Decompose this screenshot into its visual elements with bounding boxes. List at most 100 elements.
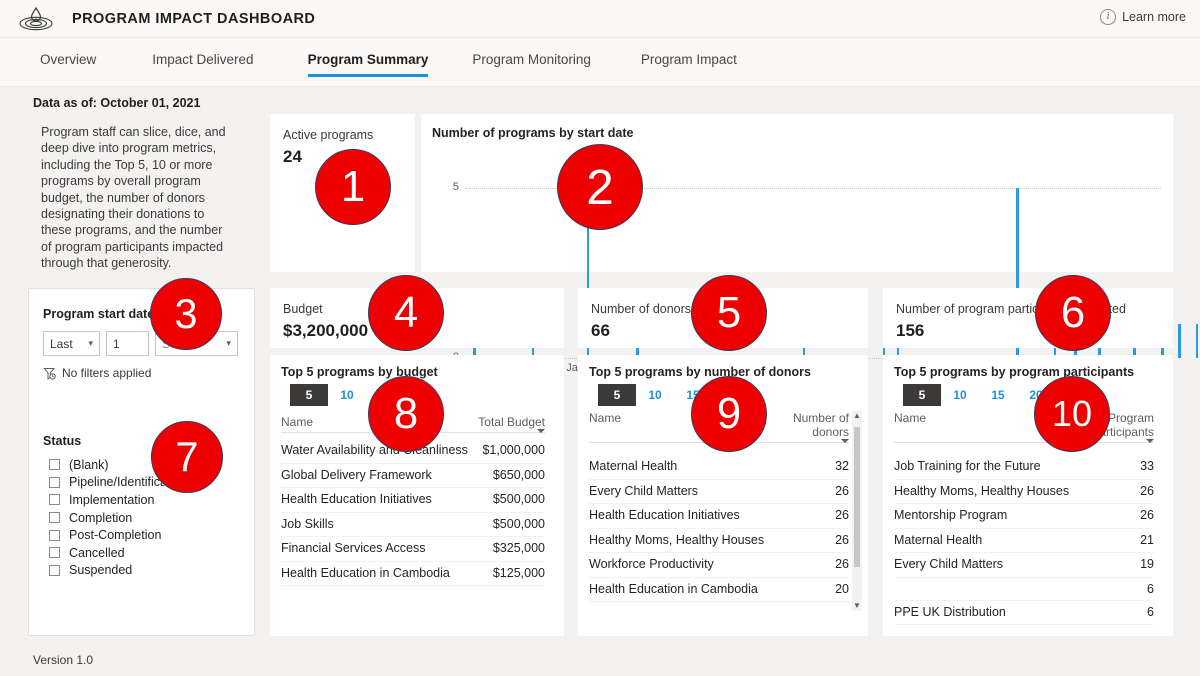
learn-more-button[interactable]: i Learn more xyxy=(1100,9,1186,25)
row-value: 33 xyxy=(1140,459,1154,473)
table-row[interactable]: Mentorship Program 26 xyxy=(894,504,1154,529)
date-count-value: 1 xyxy=(113,336,120,351)
callout-badge-9: 9 xyxy=(691,376,767,452)
column-header-number-of-donors[interactable]: Number of donors xyxy=(783,411,849,443)
column-header-name[interactable]: Name xyxy=(281,415,313,429)
row-value: 26 xyxy=(1140,508,1154,522)
row-name: Health Education in Cambodia xyxy=(589,581,758,596)
row-value: 32 xyxy=(835,459,849,473)
row-value: 21 xyxy=(1140,532,1154,547)
row-value: 20 xyxy=(835,581,849,596)
tab-program-summary[interactable]: Program Summary xyxy=(307,38,429,77)
budget-topn-toggle[interactable]: 5 10 xyxy=(290,384,366,406)
row-value: $500,000 xyxy=(492,492,545,506)
table-row[interactable]: Health Education Initiatives 26 xyxy=(589,504,849,529)
participants-topn-option-5[interactable]: 5 xyxy=(903,384,941,406)
table-title: Top 5 programs by program participants xyxy=(894,365,1135,379)
table-row[interactable]: Maternal Health 21 xyxy=(894,529,1154,553)
budget-topn-option-5[interactable]: 5 xyxy=(290,384,328,406)
tab-program-impact[interactable]: Program Impact xyxy=(641,38,737,77)
vertical-scrollbar[interactable]: ▲ ▼ xyxy=(852,411,862,611)
row-name: Health Education Initiatives xyxy=(281,492,432,506)
row-name: Maternal Health xyxy=(894,532,983,547)
status-option-label: Suspended xyxy=(69,563,133,578)
checkbox-icon[interactable] xyxy=(49,476,60,488)
chart-bar[interactable] xyxy=(1195,324,1199,358)
kpi-value: 24 xyxy=(283,147,302,166)
row-name: Job Training for the Future xyxy=(894,459,1041,473)
status-option-completion[interactable]: Completion xyxy=(49,509,244,527)
table-body: Water Availability and Cleanliness $1,000… xyxy=(281,439,545,586)
table-row[interactable]: Global Delivery Framework $650,000 xyxy=(281,464,545,488)
table-row[interactable]: Healthy Moms, Healthy Houses 26 xyxy=(589,529,849,553)
checkbox-icon[interactable] xyxy=(49,564,60,576)
row-value: 6 xyxy=(1147,581,1154,596)
row-value: 26 xyxy=(1140,483,1154,498)
donors-topn-option-10[interactable]: 10 xyxy=(636,384,674,406)
table-row[interactable]: Every Child Matters 19 xyxy=(894,553,1154,578)
table-row[interactable]: Every Child Matters 26 xyxy=(589,480,849,504)
status-option-implementation[interactable]: Implementation xyxy=(49,491,244,509)
tab-program-monitoring[interactable]: Program Monitoring xyxy=(472,38,591,77)
checkbox-icon[interactable] xyxy=(49,512,60,524)
table-row[interactable]: Maternal Health 32 xyxy=(589,455,849,480)
table-row[interactable]: Healthy Moms, Healthy Houses 26 xyxy=(894,480,1154,504)
checkbox-icon[interactable] xyxy=(49,494,60,506)
checkbox-icon[interactable] xyxy=(49,529,60,541)
status-option-cancelled[interactable]: Cancelled xyxy=(49,544,244,562)
status-option-label: (Blank) xyxy=(69,457,109,472)
table-row[interactable]: 6 xyxy=(894,578,1154,601)
table-row[interactable]: Financial Services Access $325,000 xyxy=(281,537,545,562)
scrollbar-thumb[interactable] xyxy=(854,427,860,567)
table-row[interactable]: Workforce Productivity 26 xyxy=(589,553,849,578)
table-row[interactable]: PPE UK Distribution 6 xyxy=(894,601,1154,625)
column-header-name[interactable]: Name xyxy=(589,411,621,425)
tab-overview[interactable]: Overview xyxy=(40,38,96,77)
no-filters-label: No filters applied xyxy=(62,366,152,380)
table-row[interactable]: Job Training for the Future 33 xyxy=(894,455,1154,480)
kpi-value: $3,200,000 xyxy=(283,321,369,340)
checkbox-icon[interactable] xyxy=(49,459,60,471)
participants-topn-toggle[interactable]: 5 10 15 20 xyxy=(903,384,1055,406)
info-circle-icon: i xyxy=(1100,9,1117,25)
status-option-label: Completion xyxy=(69,510,133,525)
row-name: Health Education in Cambodia xyxy=(281,565,450,580)
table-header: Name Program participants xyxy=(894,411,1154,443)
kpi-title: Active programs xyxy=(283,128,374,142)
date-count-input[interactable]: 1 xyxy=(106,331,149,356)
row-name: PPE UK Distribution xyxy=(894,604,1006,619)
scroll-up-icon[interactable]: ▲ xyxy=(853,411,861,421)
checkbox-icon[interactable] xyxy=(49,547,60,559)
row-name: Healthy Moms, Healthy Houses xyxy=(894,483,1070,498)
row-name: Water Availability and Cleanliness xyxy=(281,443,468,457)
relative-operator-value: Last xyxy=(50,336,73,351)
status-option-suspended[interactable]: Suspended xyxy=(49,562,244,580)
participants-topn-option-10[interactable]: 10 xyxy=(941,384,979,406)
tab-impact-delivered[interactable]: Impact Delivered xyxy=(152,38,253,77)
table-body: Maternal Health 32 Every Child Matters 26 He… xyxy=(589,455,849,602)
status-option-label: Post-Completion xyxy=(69,528,162,543)
chart-title: Number of programs by start date xyxy=(432,126,634,140)
row-name: Global Delivery Framework xyxy=(281,467,432,482)
budget-topn-option-10[interactable]: 10 xyxy=(328,384,366,406)
donors-topn-option-5[interactable]: 5 xyxy=(598,384,636,406)
scroll-down-icon[interactable]: ▼ xyxy=(853,601,861,611)
kpi-value: 156 xyxy=(896,321,925,340)
table-row[interactable]: Health Education in Cambodia 20 xyxy=(589,578,849,602)
participants-topn-option-15[interactable]: 15 xyxy=(979,384,1017,406)
column-header-total-budget[interactable]: Total Budget xyxy=(478,415,545,433)
relative-operator-dropdown[interactable]: Last ▾ xyxy=(43,331,100,356)
column-header-name[interactable]: Name xyxy=(894,411,926,425)
table-row[interactable]: Health Education in Cambodia $125,000 xyxy=(281,562,545,586)
chart-bar[interactable] xyxy=(1178,324,1181,358)
dashboard-root: PROGRAM IMPACT DASHBOARD i Learn more Ov… xyxy=(0,0,1200,676)
row-name: Mentorship Program xyxy=(894,508,1008,522)
row-value: 26 xyxy=(835,557,849,571)
status-option-post-completion[interactable]: Post-Completion xyxy=(49,526,244,544)
table-row[interactable]: Job Skills $500,000 xyxy=(281,513,545,537)
app-title: PROGRAM IMPACT DASHBOARD xyxy=(72,10,316,27)
table-row[interactable]: Health Education Initiatives $500,000 xyxy=(281,488,545,513)
status-option-label: Cancelled xyxy=(69,545,125,560)
chart-y-tick: 5 xyxy=(452,181,459,193)
water-droplet-ripple-icon xyxy=(14,4,58,34)
